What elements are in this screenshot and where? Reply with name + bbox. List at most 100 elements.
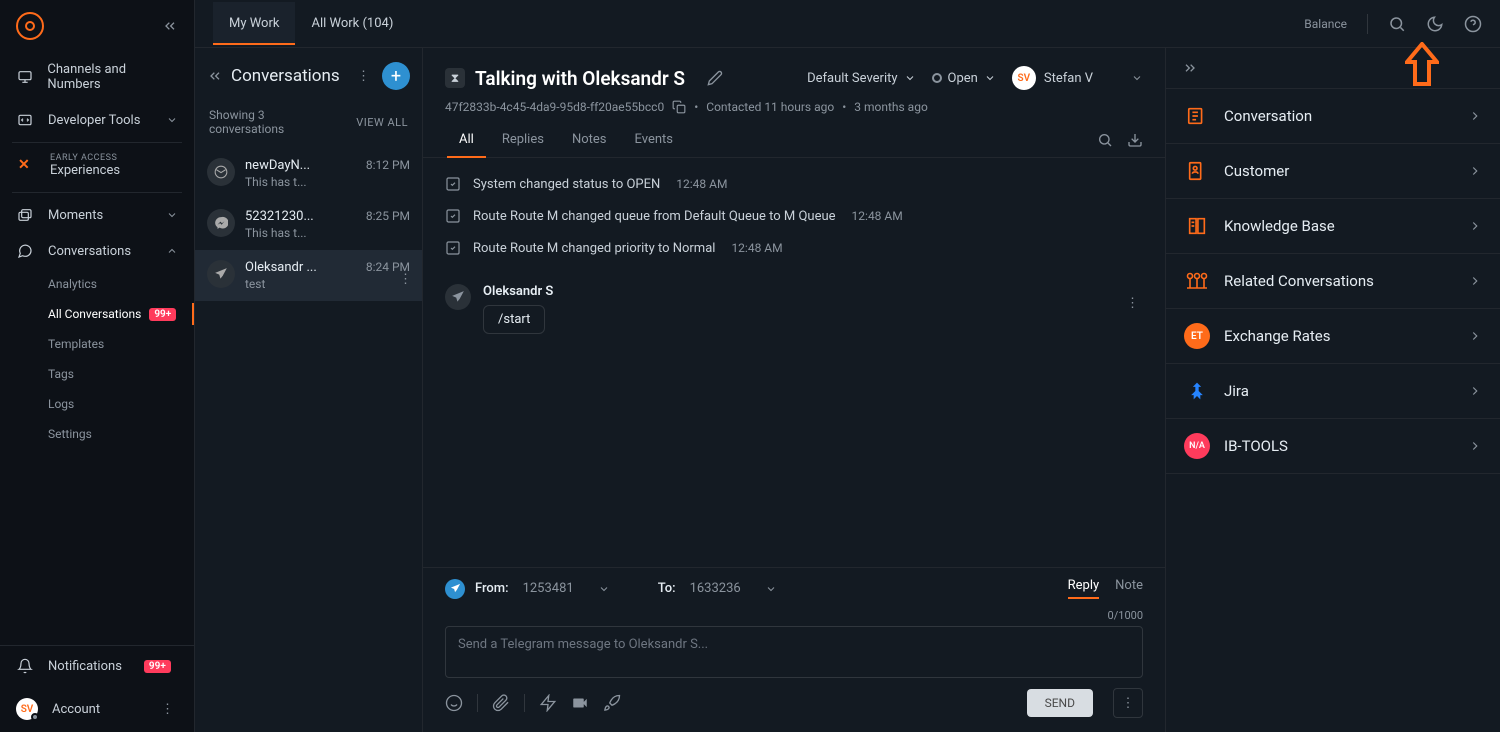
bell-icon — [16, 658, 34, 674]
search-icon[interactable] — [1388, 15, 1406, 33]
status-ring-icon — [932, 73, 942, 83]
app-logo[interactable] — [16, 12, 44, 40]
sidebar-sub-item[interactable]: All Conversations99+ — [32, 299, 194, 329]
add-conversation-button[interactable]: + — [382, 62, 410, 90]
nav-label: Account — [52, 702, 100, 717]
rocket-icon[interactable] — [603, 694, 621, 712]
user-avatar: SV — [16, 698, 38, 720]
dtab-events[interactable]: Events — [621, 122, 687, 157]
to-label: To: — [658, 581, 676, 596]
nav-account[interactable]: SV Account ⋮ — [0, 686, 194, 732]
rpanel-item[interactable]: Conversation — [1166, 88, 1500, 144]
moon-icon[interactable] — [1426, 15, 1444, 33]
convlist-more-icon[interactable]: ⋮ — [353, 69, 374, 84]
telegram-icon — [445, 579, 465, 599]
edit-icon[interactable] — [707, 70, 723, 86]
to-dropdown[interactable] — [765, 583, 777, 595]
rpanel-item[interactable]: Knowledge Base — [1166, 199, 1500, 254]
right-panel: ConversationCustomerKnowledge BaseRelate… — [1165, 48, 1500, 732]
rpanel-item[interactable]: ETExchange Rates — [1166, 309, 1500, 364]
event-row: Route Route M changed queue from Default… — [445, 200, 1143, 232]
from-label: From: — [475, 581, 509, 596]
copy-icon[interactable] — [672, 100, 686, 114]
send-more-button[interactable]: ⋮ — [1113, 688, 1143, 718]
developer-icon — [16, 112, 34, 128]
sidebar-sub-item[interactable]: Templates — [32, 329, 194, 359]
rpanel-item[interactable]: N/AIB-TOOLS — [1166, 419, 1500, 474]
composer: From: 1253481 To: 1633236 Reply Note 0/1… — [423, 567, 1165, 732]
top-tabs: My Work All Work (104) Balance — [195, 0, 1500, 48]
event-icon — [445, 208, 461, 224]
help-icon[interactable] — [1464, 15, 1482, 33]
severity-label: Default Severity — [807, 71, 897, 86]
ctab-reply[interactable]: Reply — [1068, 578, 1100, 599]
from-value: 1253481 — [523, 581, 574, 596]
conversation-list: Conversations ⋮ + Showing 3 conversation… — [195, 48, 423, 732]
moments-icon — [16, 207, 34, 223]
telegram-icon — [445, 284, 471, 310]
rpanel-collapse-icon[interactable] — [1166, 48, 1500, 88]
conversation-item[interactable]: Oleksandr ...8:24 PM test ⋮ — [195, 250, 422, 301]
rpanel-item[interactable]: Customer — [1166, 144, 1500, 199]
rpanel-item[interactable]: Jira — [1166, 364, 1500, 419]
email-icon — [207, 158, 235, 186]
back-icon[interactable] — [207, 68, 223, 84]
conv-item-more-icon[interactable]: ⋮ — [395, 272, 416, 287]
messenger-icon — [207, 209, 235, 237]
dtab-replies[interactable]: Replies — [488, 122, 558, 157]
nav-label: Notifications — [48, 659, 122, 674]
sidebar-sub-item[interactable]: Settings — [32, 419, 194, 449]
message-more-icon[interactable]: ⋮ — [1122, 296, 1143, 311]
dtab-notes[interactable]: Notes — [558, 122, 621, 157]
severity-dropdown[interactable]: Default Severity — [807, 71, 915, 86]
status-dropdown[interactable]: Open — [932, 71, 996, 86]
tab-all-work[interactable]: All Work (104) — [295, 2, 409, 45]
to-value: 1633236 — [690, 581, 741, 596]
ctab-note[interactable]: Note — [1115, 578, 1143, 599]
event-row: System changed status to OPEN 12:48 AM — [445, 168, 1143, 200]
chevron-down-icon — [166, 209, 178, 221]
nav-moments[interactable]: Moments — [0, 197, 194, 233]
nav-label: Conversations — [48, 244, 131, 259]
balance-label[interactable]: Balance — [1304, 17, 1347, 31]
sidebar-sub-item[interactable]: Tags — [32, 359, 194, 389]
conversation-item[interactable]: 52321230...8:25 PM This has t... — [195, 199, 422, 250]
conversations-icon — [16, 243, 34, 259]
emoji-icon[interactable] — [445, 694, 463, 712]
assignee-dropdown[interactable]: SV Stefan V — [1012, 66, 1143, 90]
message-sender: Oleksandr S — [483, 284, 553, 299]
chevron-up-icon — [166, 245, 178, 257]
nav-notifications[interactable]: Notifications 99+ — [0, 646, 194, 686]
message-input[interactable]: Send a Telegram message to Oleksandr S..… — [445, 626, 1143, 678]
char-count: 0/1000 — [423, 609, 1165, 622]
conversation-item[interactable]: newDayN...8:12 PM This has t... — [195, 148, 422, 199]
status-label: Open — [948, 71, 978, 86]
sidebar-sub-item[interactable]: Analytics — [32, 269, 194, 299]
tab-my-work[interactable]: My Work — [213, 2, 295, 45]
notifications-badge: 99+ — [144, 660, 171, 673]
dtab-all[interactable]: All — [445, 122, 488, 157]
conversation-title: Talking with Oleksandr S — [475, 67, 685, 90]
rpanel-item[interactable]: Related Conversations — [1166, 254, 1500, 309]
from-dropdown[interactable] — [598, 583, 610, 595]
account-more-icon[interactable]: ⋮ — [157, 702, 178, 717]
sidebar: Channels and Numbers Developer Tools ✕ E… — [0, 0, 195, 732]
nav-channels[interactable]: Channels and Numbers — [0, 52, 194, 102]
nav-label: Developer Tools — [48, 113, 140, 128]
nav-label: Channels and Numbers — [47, 62, 178, 92]
sidebar-collapse-icon[interactable] — [162, 18, 178, 34]
zap-icon[interactable] — [539, 694, 557, 712]
send-button[interactable]: SEND — [1027, 689, 1093, 717]
nav-developer-tools[interactable]: Developer Tools — [0, 102, 194, 138]
video-icon[interactable] — [571, 694, 589, 712]
contacted-label: Contacted 11 hours ago — [706, 100, 834, 114]
sidebar-sub-item[interactable]: Logs — [32, 389, 194, 419]
nav-experiences[interactable]: ✕ EARLY ACCESS Experiences — [0, 147, 194, 188]
download-icon[interactable] — [1127, 132, 1143, 148]
nav-conversations[interactable]: Conversations — [0, 233, 194, 269]
convlist-title: Conversations — [231, 66, 345, 86]
event-icon — [445, 240, 461, 256]
view-all-link[interactable]: VIEW ALL — [356, 116, 408, 129]
attachment-icon[interactable] — [492, 694, 510, 712]
search-in-conv-icon[interactable] — [1097, 132, 1113, 148]
